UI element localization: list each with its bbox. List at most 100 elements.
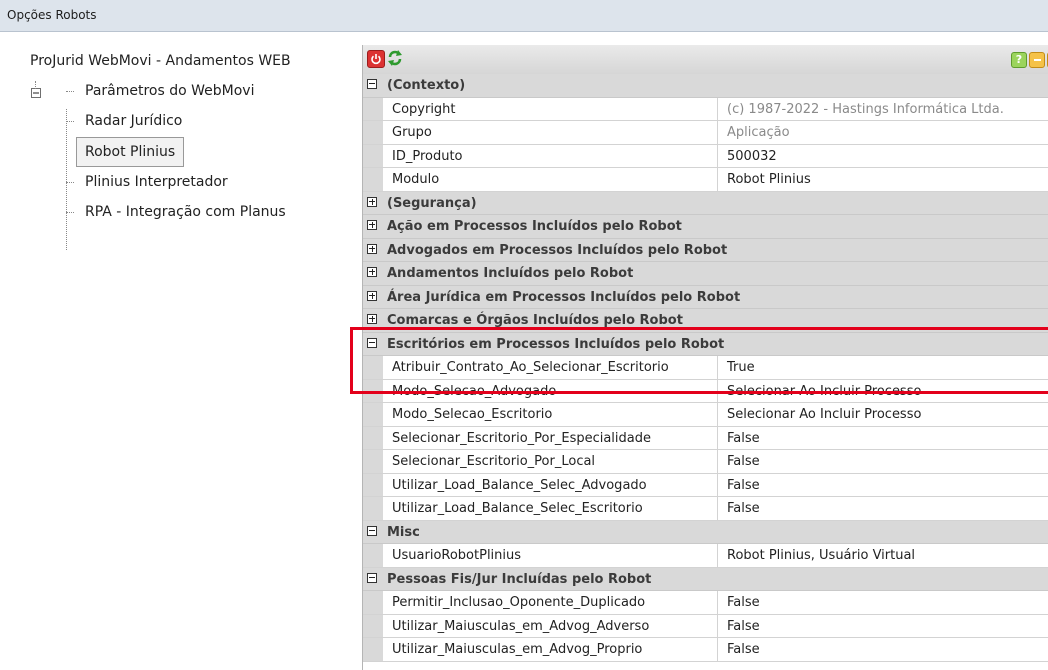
property-grid-body: (Contexto) Copyright (c) 1987-2022 - Has… <box>363 74 1048 662</box>
category-title: (Segurança) <box>387 195 477 211</box>
expand-icon[interactable] <box>367 314 377 324</box>
property-name: Selecionar_Escritorio_Por_Local <box>383 450 718 473</box>
category-contexto[interactable]: (Contexto) <box>363 74 1048 98</box>
category-acao-processos[interactable]: Ação em Processos Incluídos pelo Robot <box>363 215 1048 239</box>
property-name: ID_Produto <box>383 144 718 167</box>
property-row[interactable]: Atribuir_Contrato_Ao_Selecionar_Escritor… <box>363 356 1048 380</box>
property-row[interactable]: Utilizar_Maiusculas_em_Advog_Adverso Fal… <box>363 614 1048 638</box>
property-value[interactable]: False <box>718 638 1048 661</box>
window-titlebar: Opções Robots <box>0 0 1048 32</box>
property-value[interactable]: Robot Plinius <box>718 168 1048 191</box>
tree-branch-line <box>66 91 74 92</box>
property-grid: ? + (Contexto) Copyright (c) 1987-2022 -… <box>362 45 1048 670</box>
property-value[interactable]: False <box>718 591 1048 614</box>
tree-branch-line <box>66 212 74 213</box>
refresh-icon <box>388 50 402 66</box>
property-name: Utilizar_Load_Balance_Selec_Escritorio <box>383 497 718 520</box>
category-title: Advogados em Processos Incluídos pelo Ro… <box>387 242 728 258</box>
collapse-icon[interactable] <box>367 79 377 89</box>
property-row[interactable]: Copyright (c) 1987-2022 - Hastings Infor… <box>363 97 1048 121</box>
tree-item-label: RPA - Integração com Planus <box>85 204 286 220</box>
options-tree: ProJurid WebMovi - Andamentos WEB Parâme… <box>0 33 355 670</box>
property-value[interactable]: False <box>718 614 1048 637</box>
property-name: Grupo <box>383 121 718 144</box>
property-value[interactable]: False <box>718 497 1048 520</box>
category-title: Pessoas Fis/Jur Incluídas pelo Robot <box>387 571 652 587</box>
property-row[interactable]: Utilizar_Maiusculas_em_Advog_Proprio Fal… <box>363 638 1048 662</box>
tree-collapse-icon[interactable] <box>31 88 41 98</box>
property-grid-toolbar: ? + <box>363 45 1048 75</box>
property-row[interactable]: Modo_Selecao_Escritorio Selecionar Ao In… <box>363 403 1048 427</box>
property-name: UsuarioRobotPlinius <box>383 544 718 567</box>
category-advogados-processos[interactable]: Advogados em Processos Incluídos pelo Ro… <box>363 238 1048 262</box>
collapse-all-button[interactable] <box>1029 52 1045 68</box>
property-row[interactable]: Grupo Aplicação <box>363 121 1048 145</box>
expand-icon[interactable] <box>367 267 377 277</box>
expand-icon[interactable] <box>367 243 377 254</box>
property-value[interactable]: Robot Plinius, Usuário Virtual <box>718 544 1048 567</box>
property-value[interactable]: True <box>718 356 1048 379</box>
help-button[interactable]: ? <box>1011 52 1027 68</box>
collapse-icon[interactable] <box>367 337 377 348</box>
category-title: Área Jurídica em Processos Incluídos pel… <box>387 289 741 305</box>
property-value[interactable]: Selecionar Ao Incluir Processo <box>718 379 1048 402</box>
category-title: Escritórios em Processos Incluídos pelo … <box>387 336 725 352</box>
property-name: Utilizar_Maiusculas_em_Advog_Proprio <box>383 638 718 661</box>
refresh-button[interactable] <box>387 50 405 68</box>
property-value[interactable]: Selecionar Ao Incluir Processo <box>718 403 1048 426</box>
tree-child-line <box>66 109 67 250</box>
property-value[interactable]: False <box>718 473 1048 496</box>
category-title: Comarcas e Órgãos Incluídos pelo Robot <box>387 313 683 328</box>
property-row[interactable]: Selecionar_Escritorio_Por_Especialidade … <box>363 426 1048 450</box>
collapse-icon[interactable] <box>367 572 377 583</box>
category-escritorios[interactable]: Escritórios em Processos Incluídos pelo … <box>363 332 1048 356</box>
category-area-juridica[interactable]: Área Jurídica em Processos Incluídos pel… <box>363 285 1048 309</box>
property-name: Selecionar_Escritorio_Por_Especialidade <box>383 426 718 449</box>
property-name: Modo_Selecao_Advogado <box>383 379 718 402</box>
expand-icon[interactable] <box>367 290 377 301</box>
property-name: Permitir_Inclusao_Oponente_Duplicado <box>383 591 718 614</box>
property-row[interactable]: Modo_Selecao_Advogado Selecionar Ao Incl… <box>363 379 1048 403</box>
category-title: Andamentos Incluídos pelo Robot <box>387 266 634 281</box>
category-comarcas-orgaos[interactable]: Comarcas e Órgãos Incluídos pelo Robot <box>363 309 1048 333</box>
tree-item-label: Robot Plinius <box>76 137 185 167</box>
tree-item-label: Radar Jurídico <box>85 113 183 129</box>
property-name: Utilizar_Maiusculas_em_Advog_Adverso <box>383 614 718 637</box>
property-row[interactable]: Modulo Robot Plinius <box>363 168 1048 192</box>
property-name: Utilizar_Load_Balance_Selec_Advogado <box>383 473 718 496</box>
property-row[interactable]: UsuarioRobotPlinius Robot Plinius, Usuár… <box>363 544 1048 568</box>
category-title: (Contexto) <box>387 78 466 93</box>
property-value[interactable]: 500032 <box>718 144 1048 167</box>
power-icon <box>371 54 381 65</box>
property-row[interactable]: Permitir_Inclusao_Oponente_Duplicado Fal… <box>363 591 1048 615</box>
tree-branch-line <box>66 121 74 122</box>
property-name: Copyright <box>383 97 718 120</box>
expand-icon[interactable] <box>367 220 377 230</box>
category-title: Misc <box>387 524 420 540</box>
collapse-icon[interactable] <box>367 525 377 536</box>
property-row[interactable]: ID_Produto 500032 <box>363 144 1048 168</box>
property-value[interactable]: Aplicação <box>718 121 1048 144</box>
power-button[interactable] <box>367 50 385 68</box>
expand-icon[interactable] <box>367 196 377 207</box>
property-value[interactable]: (c) 1987-2022 - Hastings Informática Ltd… <box>718 97 1048 120</box>
tree-connector-line <box>35 81 36 89</box>
property-name: Modo_Selecao_Escritorio <box>383 403 718 426</box>
category-andamentos[interactable]: Andamentos Incluídos pelo Robot <box>363 262 1048 286</box>
property-value[interactable]: False <box>718 426 1048 449</box>
tree-item-label: Plinius Interpretador <box>85 174 228 190</box>
property-row[interactable]: Utilizar_Load_Balance_Selec_Escritorio F… <box>363 497 1048 521</box>
tree-item-label: Parâmetros do WebMovi <box>85 83 255 99</box>
category-pessoas[interactable]: Pessoas Fis/Jur Incluídas pelo Robot <box>363 567 1048 591</box>
property-value[interactable]: False <box>718 450 1048 473</box>
category-seguranca[interactable]: (Segurança) <box>363 191 1048 215</box>
property-name: Atribuir_Contrato_Ao_Selecionar_Escritor… <box>383 356 718 379</box>
category-title: Ação em Processos Incluídos pelo Robot <box>387 219 682 234</box>
property-row[interactable]: Utilizar_Load_Balance_Selec_Advogado Fal… <box>363 473 1048 497</box>
window-title: Opções Robots <box>7 8 97 22</box>
property-name: Modulo <box>383 168 718 191</box>
property-row[interactable]: Selecionar_Escritorio_Por_Local False <box>363 450 1048 474</box>
category-misc[interactable]: Misc <box>363 520 1048 544</box>
tree-root-label[interactable]: ProJurid WebMovi - Andamentos WEB <box>30 53 291 69</box>
tree-branch-line <box>66 182 74 183</box>
